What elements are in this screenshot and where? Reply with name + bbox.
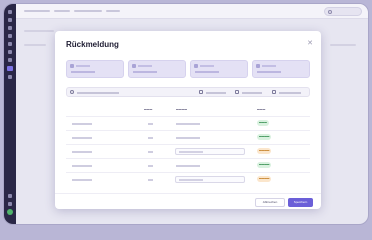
table-row[interactable]: ▬▬▬▬	[66, 130, 310, 144]
cancel-button[interactable]: Abbrechen	[255, 198, 285, 207]
status-badge: ▬▬▬▬	[257, 162, 272, 168]
search-icon	[328, 10, 332, 14]
status-badge: ▬▬▬▬	[257, 176, 272, 182]
download-icon[interactable]	[272, 90, 276, 94]
sidebar-item-icon[interactable]	[8, 18, 12, 22]
sidebar-item-icon[interactable]	[8, 50, 12, 54]
breadcrumb[interactable]	[74, 10, 102, 12]
table-row[interactable]: ▬▬▬▬	[66, 144, 310, 158]
background-content	[24, 44, 46, 46]
status-badge: ▬▬▬	[257, 120, 269, 126]
stat-card	[128, 60, 186, 78]
feedback-modal: Rückmeldung ✕ ▬▬▬ ▬▬▬▬ ▬▬▬ ▬▬▬ ▬▬▬▬ ▬▬▬▬…	[55, 31, 321, 209]
avatar[interactable]	[7, 209, 13, 215]
help-icon[interactable]	[8, 202, 12, 206]
search-input[interactable]	[324, 7, 362, 16]
settings-icon[interactable]	[8, 194, 12, 198]
comment-input[interactable]	[175, 148, 245, 155]
status-badge: ▬▬▬▬	[257, 148, 272, 154]
sidebar-item-active-icon[interactable]	[7, 66, 13, 71]
stat-icon	[132, 64, 136, 68]
modal-title: Rückmeldung	[66, 40, 119, 49]
logo-icon	[8, 10, 12, 14]
topbar	[16, 4, 368, 19]
comment-input[interactable]	[175, 176, 245, 183]
sidebar-item-icon[interactable]	[8, 26, 12, 30]
sort-icon[interactable]	[235, 90, 239, 94]
stat-card	[66, 60, 124, 78]
breadcrumb[interactable]	[54, 10, 70, 12]
save-button[interactable]: Speichern	[288, 198, 313, 207]
stat-icon	[70, 64, 74, 68]
sidebar	[4, 4, 16, 224]
stat-card	[190, 60, 248, 78]
modal-footer: Abbrechen Speichern	[55, 193, 321, 209]
column-header: ▬▬▬▬	[176, 108, 188, 111]
sidebar-item-icon[interactable]	[8, 75, 12, 79]
sidebar-item-icon[interactable]	[8, 34, 12, 38]
filter-search-input[interactable]	[77, 92, 119, 94]
sidebar-item-icon[interactable]	[8, 58, 12, 62]
table-row[interactable]: ▬▬▬	[66, 116, 310, 130]
status-badge: ▬▬▬▬	[257, 134, 272, 140]
close-icon[interactable]: ✕	[307, 40, 313, 47]
background-content	[330, 44, 356, 46]
column-header: ▬▬▬	[144, 108, 153, 111]
table-row[interactable]: ▬▬▬▬	[66, 172, 310, 186]
table-row[interactable]: ▬▬▬▬	[66, 158, 310, 172]
stat-icon	[194, 64, 198, 68]
filter-bar	[66, 87, 310, 97]
lock-icon[interactable]	[199, 90, 203, 94]
stat-card	[252, 60, 310, 78]
stat-icon	[256, 64, 260, 68]
breadcrumb[interactable]	[24, 10, 50, 12]
background-content	[24, 30, 54, 32]
sidebar-item-icon[interactable]	[8, 42, 12, 46]
breadcrumb[interactable]	[106, 10, 120, 12]
column-header: ▬▬▬	[257, 108, 266, 111]
search-icon	[70, 90, 74, 94]
